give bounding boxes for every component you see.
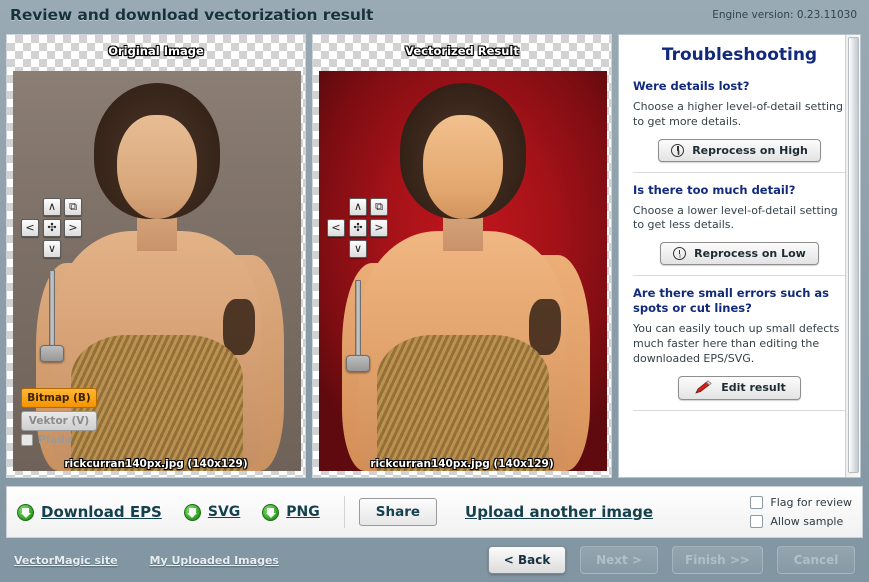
pan-right-button[interactable]: > (64, 219, 82, 237)
vectorized-zoom-slider[interactable] (345, 280, 371, 372)
section-answer: You can easily touch up small defects mu… (633, 322, 840, 365)
engine-version-label: Engine version: 0.23.11030 (712, 9, 857, 21)
original-zoom-slider[interactable] (39, 270, 65, 362)
vectorized-image-artwork[interactable] (319, 71, 607, 471)
download-png-label: PNG (286, 504, 320, 520)
review-options: Flag for review Allow sample (750, 496, 852, 528)
vectorized-pan-widget[interactable]: ∧ ⧉ < ✣ > ∨ (327, 198, 391, 260)
flag-for-review-label: Flag for review (770, 496, 852, 509)
allow-sample-checkbox[interactable]: Allow sample (750, 515, 852, 528)
display-mode-toggle[interactable]: Bitmap (B) Vektor (V) Pfade (21, 388, 97, 446)
pan-down-button[interactable]: ∨ (349, 240, 367, 258)
paths-checkbox-box[interactable] (21, 434, 33, 446)
page-title: Review and download vectorization result (10, 6, 374, 24)
troubleshooting-section-details-lost: Were details lost? Choose a higher level… (633, 79, 846, 162)
pan-up-button[interactable]: ∧ (43, 198, 61, 216)
download-arrow-icon (183, 503, 201, 521)
figure-tattoo (529, 299, 561, 355)
finish-button: Finish >> (672, 546, 763, 574)
zoom-slider-handle[interactable] (346, 355, 370, 372)
section-answer: Choose a lower level-of-detail setting t… (633, 203, 838, 232)
reprocess-on-high-button[interactable]: Reprocess on High (658, 138, 821, 162)
download-svg-link[interactable]: SVG (183, 503, 241, 521)
reprocess-on-high-label: Reprocess on High (692, 143, 808, 157)
download-eps-label: Download EPS (41, 503, 162, 521)
action-bar: Download EPS SVG PNG Share Upload anothe… (6, 486, 863, 538)
zoom-slider-track[interactable] (355, 280, 361, 360)
allow-sample-label: Allow sample (770, 515, 844, 528)
footer-bar: VectorMagic site My Uploaded Images < Ba… (0, 538, 869, 582)
original-pan-widget[interactable]: ∧ ⧉ < ✣ > ∨ (21, 198, 85, 260)
pan-right-button[interactable]: > (370, 219, 388, 237)
divider (633, 409, 846, 411)
title-bar: Review and download vectorization result… (0, 0, 869, 30)
reprocess-on-low-label: Reprocess on Low (694, 247, 806, 261)
troubleshooting-scrollbar[interactable] (845, 35, 860, 477)
paths-checkbox[interactable]: Pfade (21, 434, 97, 446)
section-button-row: Reprocess on Low (633, 242, 846, 266)
clock-icon (673, 247, 687, 261)
troubleshooting-section-small-errors: Are there small errors such as spots or … (633, 286, 846, 400)
vectormagic-site-link[interactable]: VectorMagic site (14, 554, 118, 567)
pan-up-button[interactable]: ∧ (349, 198, 367, 216)
pencil-icon (693, 380, 713, 396)
zoom-slider-handle[interactable] (40, 345, 64, 362)
troubleshooting-panel: Troubleshooting Were details lost? Choos… (618, 34, 861, 478)
pan-center-button[interactable]: ✣ (43, 219, 61, 237)
figure-face (116, 115, 198, 219)
scrollbar-thumb[interactable] (848, 37, 859, 473)
original-image-panel[interactable]: Original Image rickcurran140px.jpg (140x… (6, 34, 306, 478)
divider (633, 275, 846, 277)
wizard-navigation: < Back Next > Finish >> Cancel (488, 546, 855, 574)
figure-tattoo (223, 299, 255, 355)
share-button[interactable]: Share (358, 498, 438, 526)
download-arrow-icon (262, 503, 280, 521)
divider (633, 171, 846, 173)
divider (343, 496, 345, 528)
fit-to-window-icon[interactable]: ⧉ (370, 198, 388, 216)
upload-another-image-link[interactable]: Upload another image (465, 503, 653, 521)
pan-left-button[interactable]: < (327, 219, 345, 237)
back-button[interactable]: < Back (488, 546, 567, 574)
vectorized-result-panel[interactable]: Vectorized Result rickcurran140px.jpg (1… (312, 34, 612, 478)
allow-sample-checkbox-box[interactable] (750, 515, 764, 528)
edit-result-label: Edit result (721, 381, 786, 395)
download-svg-label: SVG (207, 504, 241, 520)
edit-result-button[interactable]: Edit result (678, 375, 801, 400)
troubleshooting-title: Troubleshooting (661, 45, 818, 65)
clock-icon (671, 143, 685, 157)
reprocess-on-low-button[interactable]: Reprocess on Low (660, 242, 819, 266)
flag-for-review-checkbox[interactable]: Flag for review (750, 496, 852, 509)
figure-dress (376, 335, 550, 471)
section-button-row: Edit result (633, 375, 846, 400)
zoom-slider-track[interactable] (49, 270, 55, 350)
section-button-row: Reprocess on High (633, 138, 846, 162)
section-question: Were details lost? (633, 79, 750, 93)
section-question: Is there too much detail? (633, 182, 796, 197)
my-uploaded-images-link[interactable]: My Uploaded Images (150, 554, 279, 567)
pan-center-button[interactable]: ✣ (349, 219, 367, 237)
section-question: Are there small errors such as spots or … (633, 286, 830, 316)
next-button: Next > (580, 546, 659, 574)
pan-down-button[interactable]: ∨ (43, 240, 61, 258)
main-content: Original Image rickcurran140px.jpg (140x… (0, 30, 869, 482)
pan-left-button[interactable]: < (21, 219, 39, 237)
download-eps-link[interactable]: Download EPS (17, 503, 162, 521)
fit-to-window-icon[interactable]: ⧉ (64, 198, 82, 216)
download-arrow-icon (17, 503, 34, 521)
vectorized-image-render (319, 71, 607, 471)
troubleshooting-section-too-much-detail: Is there too much detail? Choose a lower… (633, 183, 846, 266)
bitmap-mode-button[interactable]: Bitmap (B) (21, 388, 97, 408)
vector-mode-button[interactable]: Vektor (V) (21, 411, 97, 431)
paths-checkbox-label: Pfade (38, 434, 72, 446)
download-png-link[interactable]: PNG (262, 503, 320, 521)
flag-for-review-checkbox-box[interactable] (750, 496, 764, 509)
cancel-button: Cancel (777, 546, 855, 574)
figure-face (422, 115, 504, 219)
section-answer: Choose a higher level-of-detail setting … (633, 99, 843, 128)
